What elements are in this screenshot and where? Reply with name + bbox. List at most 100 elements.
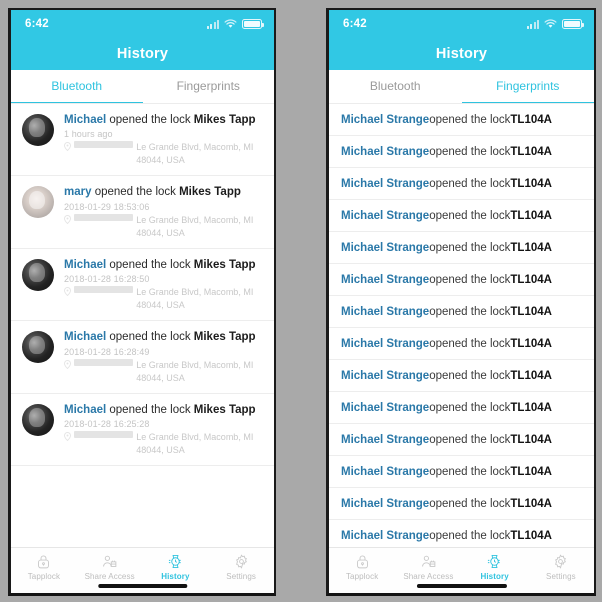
bluetooth-history-row[interactable]: Michael opened the lock Mikes Tapp 2018-…	[11, 321, 274, 394]
history-row-lock: TL104A	[510, 369, 552, 382]
history-row-user: Michael Strange	[341, 369, 430, 382]
history-row-lock: TL104A	[510, 209, 552, 222]
people-icon	[101, 553, 118, 570]
avatar	[22, 331, 54, 364]
history-row-address: Le Grande Blvd, Macomb, MI 48044, USA	[64, 431, 264, 457]
history-row-lock: Mikes Tapp	[193, 114, 256, 126]
bluetooth-history-row[interactable]: Michael opened the lock Mikes Tapp 2018-…	[11, 394, 274, 467]
history-row-user: mary	[64, 186, 92, 199]
tab-fingerprints-label: Fingerprints	[496, 79, 560, 93]
fingerprint-history-row[interactable]: Michael Strange opened the lock TL104A	[329, 168, 594, 200]
fingerprint-history-list[interactable]: Michael Strange opened the lock TL104A Mi…	[329, 104, 594, 547]
history-row-action: opened the lock	[429, 241, 511, 254]
location-pin-icon	[64, 287, 71, 297]
bluetooth-history-row[interactable]: Michael opened the lock Mikes Tapp 1 hou…	[11, 104, 274, 177]
tabbar-item-label: History	[161, 572, 190, 581]
history-row-action: opened the lock	[429, 497, 511, 510]
history-row-user: Michael Strange	[341, 209, 430, 222]
history-row-body: Michael opened the lock Mikes Tapp 2018-…	[64, 330, 264, 384]
segmented-tabs-right: Bluetooth Fingerprints	[329, 70, 594, 104]
fingerprint-history-row[interactable]: Michael Strange opened the lock TL104A	[329, 520, 594, 547]
app-screen-fingerprints: 6:42 History Bluetooth Fingerprints Mich…	[329, 10, 594, 593]
tabbar-item-settings[interactable]: Settings	[528, 553, 594, 581]
history-row-timestamp: 1 hours ago	[64, 129, 113, 140]
redacted-street-number	[74, 141, 134, 149]
history-row-user: Michael Strange	[341, 145, 430, 158]
fingerprint-history-row[interactable]: Michael Strange opened the lock TL104A	[329, 392, 594, 424]
tabbar-item-share-access[interactable]: Share Access	[395, 553, 461, 581]
bluetooth-history-row[interactable]: Michael opened the lock Mikes Tapp 2018-…	[11, 249, 274, 322]
fingerprint-history-row[interactable]: Michael Strange opened the lock TL104A	[329, 136, 594, 168]
history-row-text: mary opened the lock Mikes Tapp	[64, 185, 264, 199]
tabbar-item-settings[interactable]: Settings	[208, 553, 274, 581]
segmented-tabs-left: Bluetooth Fingerprints	[11, 70, 274, 104]
history-row-address-text: Le Grande Blvd, Macomb, MI 48044, USA	[136, 359, 254, 383]
tabbar-item-tapplock[interactable]: Tapplock	[329, 553, 395, 581]
avatar	[22, 186, 54, 219]
fingerprint-history-row[interactable]: Michael Strange opened the lock TL104A	[329, 360, 594, 392]
bluetooth-history-row[interactable]: mary opened the lock Mikes Tapp 2018-01-…	[11, 176, 274, 249]
history-row-user: Michael Strange	[341, 465, 430, 478]
history-row-lock: TL104A	[510, 337, 552, 350]
history-row-lock: TL104A	[510, 145, 552, 158]
history-row-text: Michael opened the lock Mikes Tapp	[64, 113, 264, 127]
bluetooth-history-list[interactable]: Michael opened the lock Mikes Tapp 1 hou…	[11, 104, 274, 547]
history-row-user: Michael Strange	[341, 433, 430, 446]
fingerprint-history-row[interactable]: Michael Strange opened the lock TL104A	[329, 104, 594, 136]
gear-icon	[552, 553, 569, 570]
fingerprint-history-row[interactable]: Michael Strange opened the lock TL104A	[329, 488, 594, 520]
history-row-timestamp: 2018-01-29 18:53:06	[64, 201, 150, 212]
fingerprint-history-row[interactable]: Michael Strange opened the lock TL104A	[329, 296, 594, 328]
tabbar-item-history[interactable]: History	[462, 553, 528, 581]
history-row-timestamp: 2018-01-28 16:28:49	[64, 346, 150, 357]
fingerprint-history-row[interactable]: Michael Strange opened the lock TL104A	[329, 456, 594, 488]
history-row-address-text: Le Grande Blvd, Macomb, MI 48044, USA	[136, 142, 254, 166]
history-row-action: opened the lock	[106, 258, 194, 271]
battery-icon	[562, 19, 584, 29]
battery-icon	[242, 19, 264, 29]
fingerprint-history-row[interactable]: Michael Strange opened the lock TL104A	[329, 424, 594, 456]
avatar	[22, 403, 54, 436]
wifi-icon	[544, 19, 557, 28]
history-row-body: Michael opened the lock Mikes Tapp 2018-…	[64, 258, 264, 312]
location-pin-icon	[64, 142, 71, 152]
history-row-user: Michael	[64, 258, 107, 271]
tabbar-item-label: Settings	[546, 572, 576, 581]
status-bar-time-right: 6:42	[343, 18, 367, 30]
tab-bluetooth[interactable]: Bluetooth	[329, 70, 462, 104]
history-row-action: opened the lock	[106, 331, 194, 344]
fingerprint-history-row[interactable]: Michael Strange opened the lock TL104A	[329, 232, 594, 264]
home-indicator	[97, 584, 188, 588]
tab-fingerprints[interactable]: Fingerprints	[143, 70, 275, 104]
tabbar-item-tapplock[interactable]: Tapplock	[11, 553, 77, 581]
fingerprint-history-row[interactable]: Michael Strange opened the lock TL104A	[329, 200, 594, 232]
history-row-address: Le Grande Blvd, Macomb, MI 48044, USA	[64, 358, 264, 385]
fingerprint-history-row[interactable]: Michael Strange opened the lock TL104A	[329, 328, 594, 360]
tab-fingerprints[interactable]: Fingerprints	[461, 70, 595, 104]
phone-screenshot-left: 6:42 History Bluetooth Fingerprints Mich…	[8, 8, 276, 596]
cellular-signal-icon	[206, 19, 219, 29]
history-row-address-text: Le Grande Blvd, Macomb, MI 48044, USA	[136, 432, 254, 456]
tab-fingerprints-label: Fingerprints	[176, 79, 240, 93]
lock-icon	[35, 553, 52, 570]
status-bar: 6:42	[11, 10, 274, 38]
tabbar-item-share-access[interactable]: Share Access	[77, 553, 143, 581]
history-row-user: Michael Strange	[341, 401, 430, 414]
cellular-signal-icon	[526, 19, 539, 29]
history-row-text: Michael opened the lock Mikes Tapp	[64, 330, 264, 344]
phone-screenshot-right: 6:42 History Bluetooth Fingerprints Mich…	[326, 8, 596, 596]
tabbar-item-label: Tapplock	[27, 572, 61, 581]
fingerprint-history-row[interactable]: Michael Strange opened the lock TL104A	[329, 264, 594, 296]
history-row-lock: TL104A	[510, 241, 552, 254]
tab-bluetooth-label: Bluetooth	[369, 79, 421, 93]
tabbar-item-label: Share Access	[403, 572, 454, 581]
history-row-action: opened the lock	[429, 369, 511, 382]
status-bar-right: 6:42	[329, 10, 594, 38]
nav-header-left: History	[11, 38, 274, 70]
gear-icon	[233, 553, 250, 570]
history-row-user: Michael Strange	[341, 497, 430, 510]
history-row-address: Le Grande Blvd, Macomb, MI 48044, USA	[64, 286, 264, 312]
tabbar-item-history[interactable]: History	[143, 553, 209, 581]
history-row-user: Michael Strange	[341, 113, 430, 126]
tab-bluetooth[interactable]: Bluetooth	[11, 70, 143, 104]
